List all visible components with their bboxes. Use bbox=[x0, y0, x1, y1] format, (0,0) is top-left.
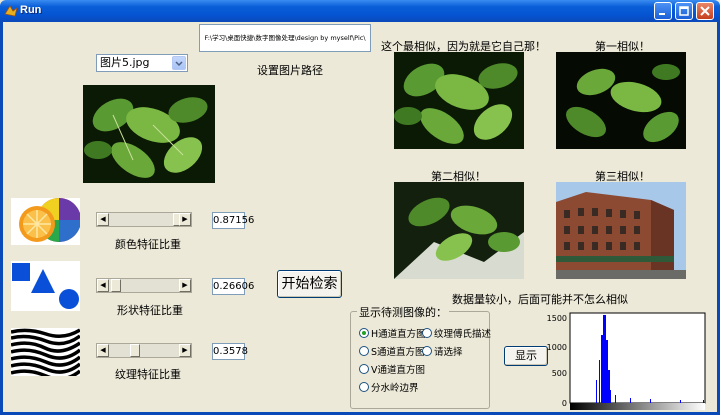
maximize-icon bbox=[679, 6, 689, 16]
histogram-bar bbox=[596, 380, 597, 403]
color-weight-slider[interactable]: ◀ ▶ bbox=[96, 212, 192, 227]
maximize-button[interactable] bbox=[675, 2, 693, 20]
shape-weight-value[interactable]: 0.26606 bbox=[212, 278, 254, 295]
slider-left-arrow-icon[interactable]: ◀ bbox=[97, 279, 109, 292]
texture-weight-slider[interactable]: ◀ ▶ bbox=[96, 343, 192, 358]
ytick-0: 0 bbox=[562, 399, 567, 408]
color-wheel-icon bbox=[11, 198, 80, 245]
close-button[interactable] bbox=[696, 2, 714, 20]
query-image bbox=[83, 85, 215, 183]
best-match-image bbox=[394, 52, 524, 149]
radio-unselected-icon bbox=[359, 346, 369, 356]
radio-texture-fourier[interactable]: 纹理傅氏描述 bbox=[422, 326, 491, 340]
radio-v-histogram[interactable]: V通道直方图 bbox=[359, 362, 425, 376]
path-label: 设置图片路径 bbox=[257, 64, 323, 77]
histogram-colorbar bbox=[570, 403, 705, 410]
shape-icon bbox=[11, 261, 80, 311]
first-match-image bbox=[556, 52, 686, 149]
radio-unselected-icon bbox=[422, 346, 432, 356]
histogram-bar bbox=[610, 390, 611, 403]
shape-weight-label: 形状特征比重 bbox=[117, 304, 183, 317]
ytick-500: 500 bbox=[552, 369, 567, 378]
histogram-axes bbox=[569, 312, 706, 404]
radio-unselected-icon bbox=[359, 364, 369, 374]
histogram-bar bbox=[650, 399, 651, 403]
texture-icon bbox=[11, 328, 80, 376]
ytick-1500: 1500 bbox=[547, 314, 567, 323]
color-weight-value[interactable]: 0.87156 bbox=[212, 212, 254, 229]
search-button[interactable]: 开始检索 bbox=[277, 270, 342, 298]
slider-right-arrow-icon[interactable]: ▶ bbox=[179, 279, 191, 292]
histogram-bar bbox=[603, 315, 606, 403]
shape-weight-slider[interactable]: ◀ ▶ bbox=[96, 278, 192, 293]
histogram-bar bbox=[630, 398, 631, 403]
texture-weight-value[interactable]: 0.3578 bbox=[212, 343, 248, 360]
histogram-bar bbox=[606, 340, 608, 403]
matlab-icon bbox=[4, 5, 18, 17]
texture-weight-thumb[interactable] bbox=[130, 344, 140, 357]
slider-right-arrow-icon[interactable]: ▶ bbox=[179, 344, 191, 357]
radio-please-select[interactable]: 请选择 bbox=[422, 344, 463, 358]
slider-left-arrow-icon[interactable]: ◀ bbox=[97, 213, 109, 226]
third-match-image bbox=[556, 182, 686, 279]
shape-weight-thumb[interactable] bbox=[111, 279, 121, 292]
path-input[interactable]: F:\学习\桌面快捷\数字图像处理\design by myself\Pic\ bbox=[199, 24, 371, 52]
image-select[interactable]: 图片5.jpg bbox=[96, 54, 188, 72]
radio-watershed[interactable]: 分水岭边界 bbox=[359, 380, 419, 394]
histogram-chart: 1500 1000 500 0 bbox=[547, 312, 706, 410]
chevron-down-icon[interactable] bbox=[172, 56, 186, 70]
radio-s-histogram[interactable]: S通道直方图 bbox=[359, 344, 425, 358]
minimize-button[interactable] bbox=[654, 2, 672, 20]
image-select-value: 图片5.jpg bbox=[100, 56, 150, 69]
histogram-bar bbox=[703, 400, 704, 403]
histogram-bar bbox=[601, 335, 603, 403]
close-icon bbox=[700, 6, 710, 16]
color-weight-label: 颜色特征比重 bbox=[115, 238, 181, 251]
second-match-image bbox=[394, 182, 524, 279]
window-title: Run bbox=[20, 4, 42, 16]
slider-left-arrow-icon[interactable]: ◀ bbox=[97, 344, 109, 357]
note-label: 数据量较小，后面可能并不怎么相似 bbox=[452, 293, 628, 306]
radio-unselected-icon bbox=[359, 382, 369, 392]
histogram-bar bbox=[615, 395, 616, 403]
texture-weight-label: 纹理特征比重 bbox=[115, 368, 181, 381]
title-bar: Run bbox=[0, 0, 720, 22]
radio-unselected-icon bbox=[422, 328, 432, 338]
radio-h-histogram[interactable]: H通道直方图 bbox=[359, 326, 426, 340]
minimize-icon bbox=[659, 13, 665, 15]
ytick-1000: 1000 bbox=[547, 343, 567, 352]
radio-selected-icon bbox=[359, 328, 369, 338]
histogram-bar bbox=[599, 360, 600, 403]
histogram-bar bbox=[608, 370, 610, 403]
display-options-title: 显示待测图像的： bbox=[357, 304, 449, 320]
slider-right-arrow-icon[interactable]: ▶ bbox=[179, 213, 191, 226]
histogram-bar bbox=[680, 400, 681, 403]
